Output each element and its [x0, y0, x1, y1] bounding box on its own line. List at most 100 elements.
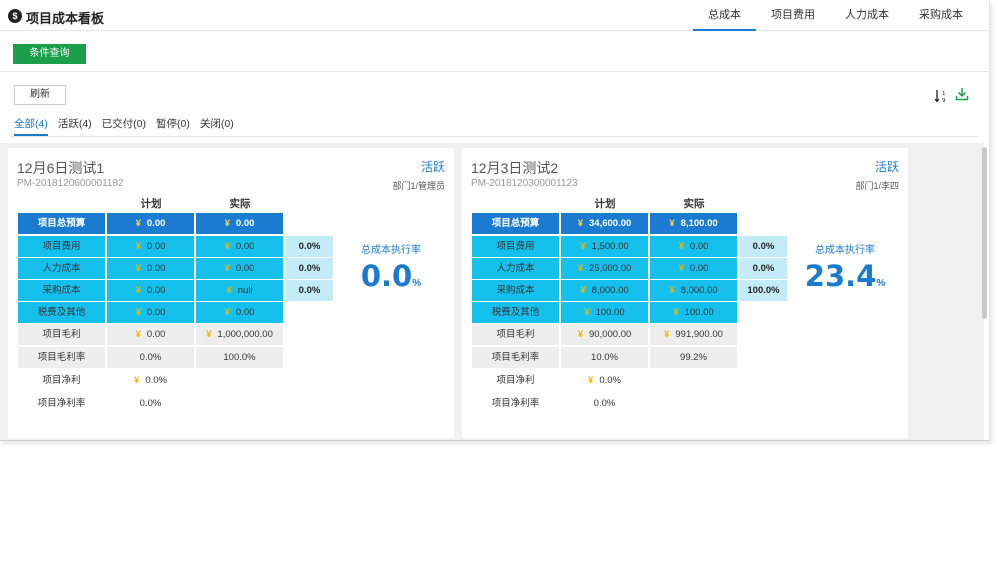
yen-icon: ¥ [224, 263, 230, 274]
status-filter-tabs: 全部(4) 活跃(4) 已交付(0) 暂停(0) 关闭(0) [14, 116, 244, 136]
gross-margin-actual: 99.2% [650, 347, 737, 368]
yen-icon: ¥ [135, 285, 141, 296]
yen-icon: ¥ [580, 241, 586, 252]
expense-plan-value: 1,500.00 [591, 241, 629, 252]
purchase-rate: 100.0% [740, 280, 787, 301]
status-badge: 活跃 [420, 160, 445, 174]
query-button[interactable]: 条件查询 [13, 44, 86, 64]
yen-icon: ¥ [135, 329, 141, 340]
filter-closed[interactable]: 关闭(0) [200, 116, 234, 136]
tax-actual-value: 0.00 [235, 307, 255, 318]
project-name[interactable]: 12月3日测试2 [471, 158, 558, 178]
budget-actual-value: 0.00 [235, 218, 255, 229]
labor-plan: ¥0.00 [107, 258, 194, 279]
project-code: PM-2018120600001182 [17, 178, 124, 189]
purchase-label: 采购成本 [472, 280, 559, 301]
scrollbar[interactable] [982, 147, 987, 319]
yen-icon: ¥ [135, 218, 141, 229]
yen-icon: ¥ [206, 329, 212, 340]
purchase-actual: ¥8,000.00 [650, 280, 737, 301]
gross-margin-plan: 0.0% [107, 347, 194, 368]
purchase-label: 采购成本 [18, 280, 105, 301]
expense-label: 项目费用 [18, 236, 105, 257]
tab-purchase-cost[interactable]: 采购成本 [904, 0, 978, 31]
labor-plan-value: 25,000.00 [589, 263, 632, 274]
execution-rate-number: 0.0 [360, 259, 413, 293]
status-badge: 活跃 [874, 160, 899, 174]
tab-project-expense[interactable]: 项目费用 [756, 0, 830, 31]
yen-icon: ¥ [224, 307, 230, 318]
labor-actual: ¥0.00 [196, 258, 283, 279]
tab-labor-cost[interactable]: 人力成本 [830, 0, 904, 31]
execution-rate-unit: % [412, 278, 422, 289]
net-profit-plan: ¥0.0% [561, 370, 648, 391]
tax-label: 税费及其他 [472, 302, 559, 323]
yen-icon: ¥ [226, 285, 232, 296]
project-card[interactable]: 12月6日测试1 PM-2018120600001182 活跃 部门1/管理员 … [8, 148, 454, 438]
labor-label: 人力成本 [18, 258, 105, 279]
project-name[interactable]: 12月6日测试1 [17, 158, 104, 178]
budget-plan-value: 0.00 [146, 218, 166, 229]
gross-profit-plan: ¥0.00 [107, 324, 194, 345]
gross-profit-plan-value: 90,000.00 [589, 329, 632, 340]
net-margin-label: 项目净利率 [37, 398, 86, 409]
gross-margin-label: 项目毛利率 [472, 347, 559, 368]
gross-profit-label: 项目毛利 [472, 324, 559, 345]
yen-icon: ¥ [224, 218, 230, 229]
labor-actual-value: 0.00 [235, 263, 255, 274]
budget-actual: ¥8,100.00 [650, 213, 737, 234]
page-title: 项目成本看板 [26, 11, 105, 26]
filter-active[interactable]: 活跃(4) [58, 116, 92, 136]
labor-plan: ¥25,000.00 [561, 258, 648, 279]
gross-profit-actual-value: 991,900.00 [675, 329, 723, 340]
purchase-plan: ¥8,000.00 [561, 280, 648, 301]
yen-icon: ¥ [669, 285, 675, 296]
yen-icon: ¥ [673, 307, 679, 318]
top-bar: $ 项目成本看板 总成本 项目费用 人力成本 采购成本 [0, 0, 989, 31]
tax-label: 税费及其他 [18, 302, 105, 323]
purchase-actual: ¥ null [196, 280, 283, 301]
execution-rate-unit: % [876, 278, 886, 289]
tax-plan-value: 0.00 [146, 307, 166, 318]
budget-actual-value: 8,100.00 [680, 218, 718, 229]
execution-rate-number: 23.4 [804, 259, 877, 293]
gross-profit-actual: ¥991,900.00 [650, 324, 737, 345]
project-department: 部门1/管理员 [392, 181, 445, 191]
budget-plan: ¥34,600.00 [561, 213, 648, 234]
gross-profit-plan-value: 0.00 [146, 329, 166, 340]
svg-text:9: 9 [942, 98, 946, 103]
filter-all[interactable]: 全部(4) [14, 116, 48, 136]
download-icon[interactable] [955, 87, 969, 101]
net-profit-label: 项目净利 [42, 375, 81, 386]
filter-paused[interactable]: 暂停(0) [156, 116, 190, 136]
expense-label: 项目费用 [472, 236, 559, 257]
labor-plan-value: 0.00 [146, 263, 166, 274]
yen-icon: ¥ [135, 263, 141, 274]
expense-plan-value: 0.00 [146, 241, 166, 252]
labor-actual: ¥0.00 [650, 258, 737, 279]
yen-icon: ¥ [669, 218, 675, 229]
tax-actual: ¥0.00 [196, 302, 283, 323]
refresh-button[interactable]: 刷新 [14, 85, 66, 105]
sort-icon[interactable]: 1 9 [934, 89, 948, 103]
net-margin-plan: 0.0% [139, 398, 162, 409]
actual-column-header: 实际 [229, 198, 251, 210]
project-card[interactable]: 12月3日测试2 PM-2018120300001123 活跃 部门1/李四 计… [462, 148, 908, 438]
net-profit-plan-value: 0.0% [145, 375, 167, 386]
purchase-actual-value: 8,000.00 [680, 285, 718, 296]
yen-icon: ¥ [135, 241, 141, 252]
net-margin-plan: 0.0% [593, 398, 616, 409]
execution-rate-value: 0.0% [346, 259, 436, 293]
yen-icon: ¥ [678, 263, 684, 274]
plan-column-header: 计划 [140, 198, 162, 210]
budget-label: 项目总预算 [472, 213, 559, 234]
project-code: PM-2018120300001123 [471, 178, 578, 189]
labor-actual-value: 0.00 [689, 263, 709, 274]
expense-rate: 0.0% [740, 236, 787, 257]
yen-icon: ¥ [224, 241, 230, 252]
yen-icon: ¥ [580, 285, 586, 296]
gross-profit-plan: ¥90,000.00 [561, 324, 648, 345]
filter-delivered[interactable]: 已交付(0) [102, 116, 146, 136]
execution-rate-label: 总成本执行率 [815, 245, 875, 256]
tab-total-cost[interactable]: 总成本 [693, 0, 756, 31]
